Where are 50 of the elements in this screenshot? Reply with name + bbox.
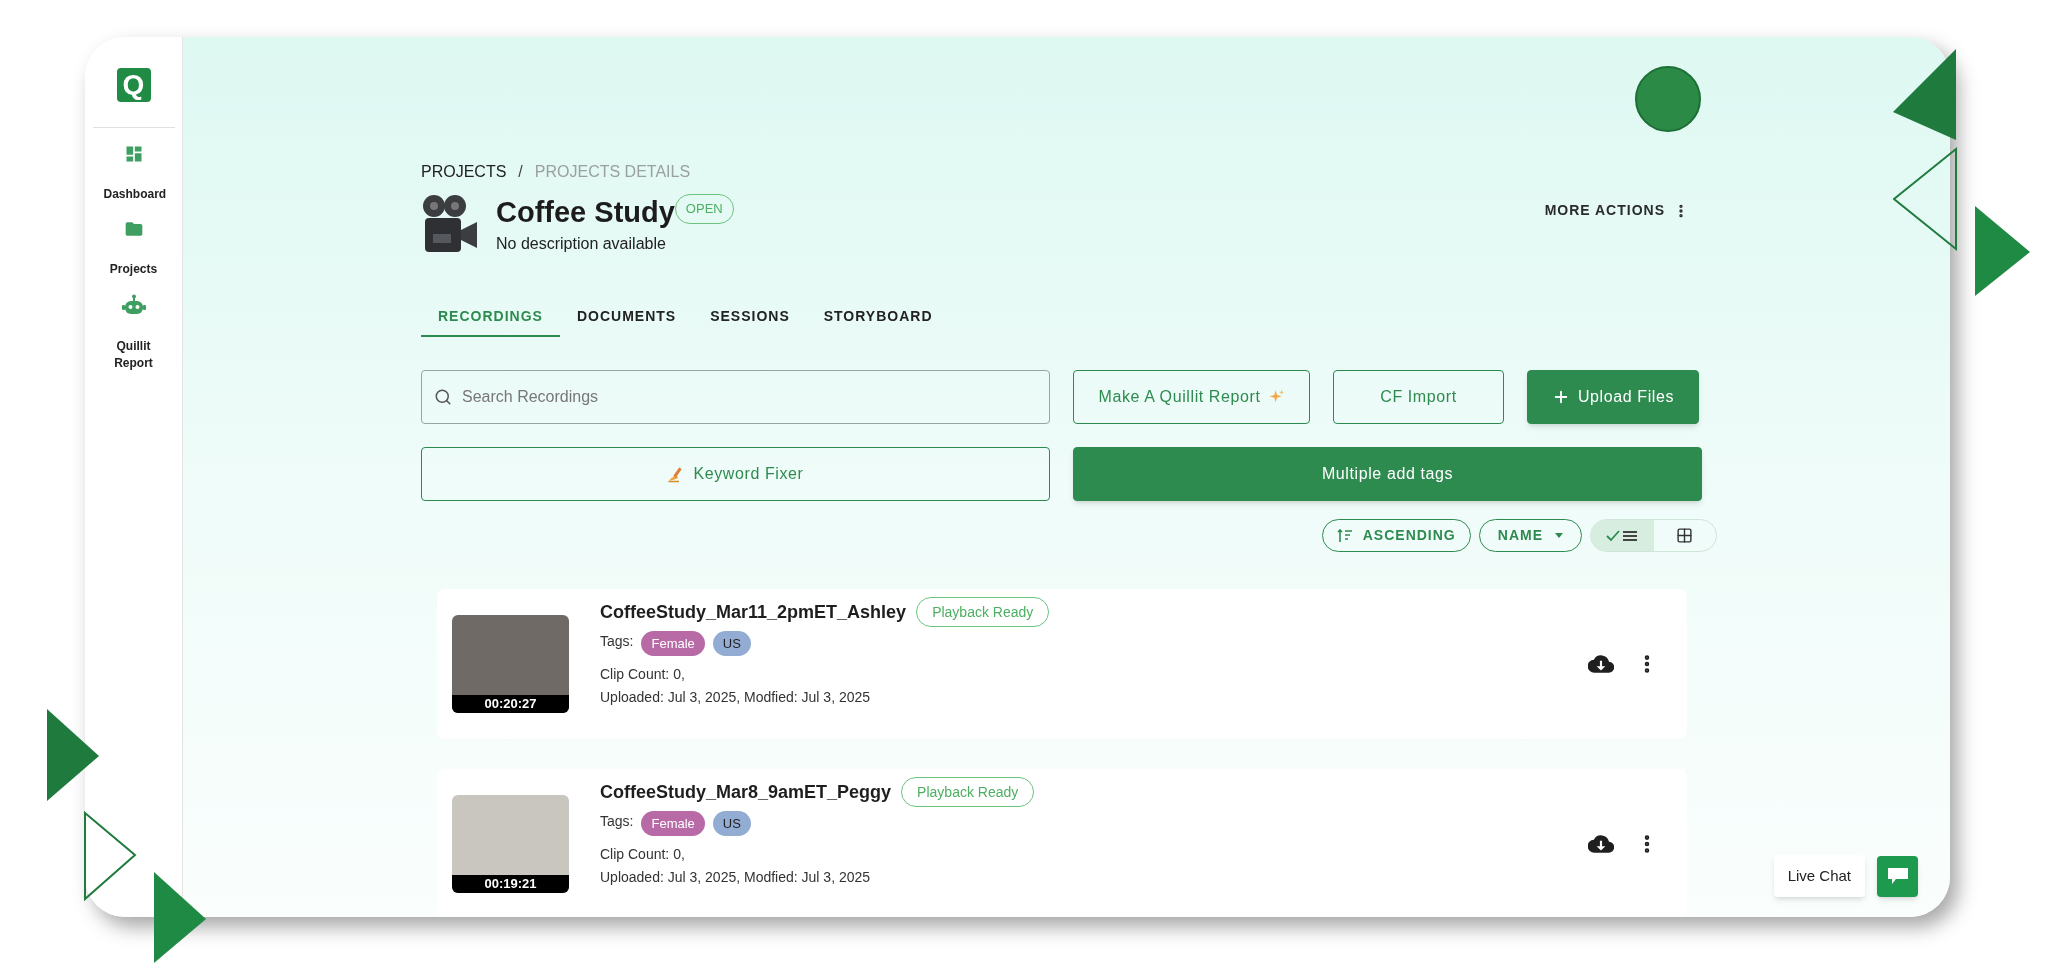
sidebar-nav-item[interactable]: Projects xyxy=(88,219,179,278)
tag-chip: Female xyxy=(641,631,705,656)
upload-dates: Uploaded: Jul 3, 2025, Modfied: Jul 3, 2025 xyxy=(600,688,872,707)
caret-icon xyxy=(1555,533,1563,538)
action-button[interactable]: Upload Files xyxy=(1527,370,1699,424)
search-field[interactable]: Search Recordings xyxy=(421,370,1050,424)
project-title: Coffee Study xyxy=(496,195,675,230)
tab[interactable]: SESSIONS xyxy=(693,297,807,337)
breadcrumb-current: PROJECTS DETAILS xyxy=(534,162,691,182)
clip-count: Clip Count: 0, xyxy=(600,665,686,684)
action-button[interactable]: Keyword Fixer xyxy=(421,447,1050,501)
search-icon xyxy=(434,388,452,406)
tag-chip: US xyxy=(712,811,751,836)
sidebar-nav-item[interactable]: Quillit Report xyxy=(88,294,179,372)
breadcrumb-link[interactable]: PROJECTS xyxy=(421,160,507,184)
tab[interactable]: STORYBOARD xyxy=(806,297,950,337)
tab[interactable]: RECORDINGS xyxy=(421,297,560,337)
recording-title[interactable]: CoffeeStudy_Mar8_9amET_Peggy xyxy=(600,778,892,806)
tag-chip: Female xyxy=(641,811,705,836)
grid-icon xyxy=(1676,527,1694,544)
sparkle-icon xyxy=(1268,389,1285,405)
action-button[interactable]: CF Import xyxy=(1333,370,1504,424)
upload-dates: Uploaded: Jul 3, 2025, Modfied: Jul 3, 2025 xyxy=(600,868,872,887)
action-button[interactable]: Make A Quillit Report xyxy=(1073,370,1310,424)
app-logo[interactable]: Q xyxy=(116,68,151,102)
live-chat-label[interactable]: Live Chat xyxy=(1773,855,1865,897)
sidebar-nav-item[interactable]: Dashboard xyxy=(88,144,179,203)
action-button[interactable]: Multiple add tags xyxy=(1073,447,1702,501)
tags-label: Tags: xyxy=(600,812,634,831)
tags-label: Tags: xyxy=(600,632,634,651)
duration-label: 00:20:27 xyxy=(452,695,569,713)
clip-count: Clip Count: 0, xyxy=(600,845,686,864)
breadcrumb-separator: / xyxy=(518,162,523,182)
chat-bubble-icon xyxy=(1886,867,1909,885)
robot-icon xyxy=(121,294,146,316)
project-description: No description available xyxy=(496,234,667,254)
tab[interactable]: DOCUMENTS xyxy=(559,297,694,337)
duration-label: 00:19:21 xyxy=(452,875,569,893)
cloud-download-icon[interactable] xyxy=(1588,834,1614,854)
more-actions-button[interactable]: MORE ACTIONS xyxy=(1544,200,1689,221)
movie-camera-icon xyxy=(421,194,479,254)
checklist-icon xyxy=(1606,528,1639,543)
chat-button[interactable] xyxy=(1877,855,1918,897)
recording-card[interactable]: 00:19:21 CoffeeStudy_Mar8_9amET_Peggy Playback Ready Tags: Female US Clip Count: 0, Uploaded: Jul 3, 2025, Modfied: Jul 3, 2025 xyxy=(437,769,1687,917)
view-mode-button[interactable] xyxy=(1591,520,1654,551)
recording-title[interactable]: CoffeeStudy_Mar11_2pmET_Ashley xyxy=(600,598,907,626)
tag-chip: US xyxy=(712,631,751,656)
sort-icon xyxy=(1336,528,1353,543)
cloud-download-icon[interactable] xyxy=(1588,654,1614,674)
recording-card[interactable]: 00:20:27 CoffeeStudy_Mar11_2pmET_Ashley Playback Ready Tags: Female US Clip Count: 0, Uploaded: Jul 3, 2025, Modfied: Jul 3, 2025 xyxy=(437,589,1687,739)
